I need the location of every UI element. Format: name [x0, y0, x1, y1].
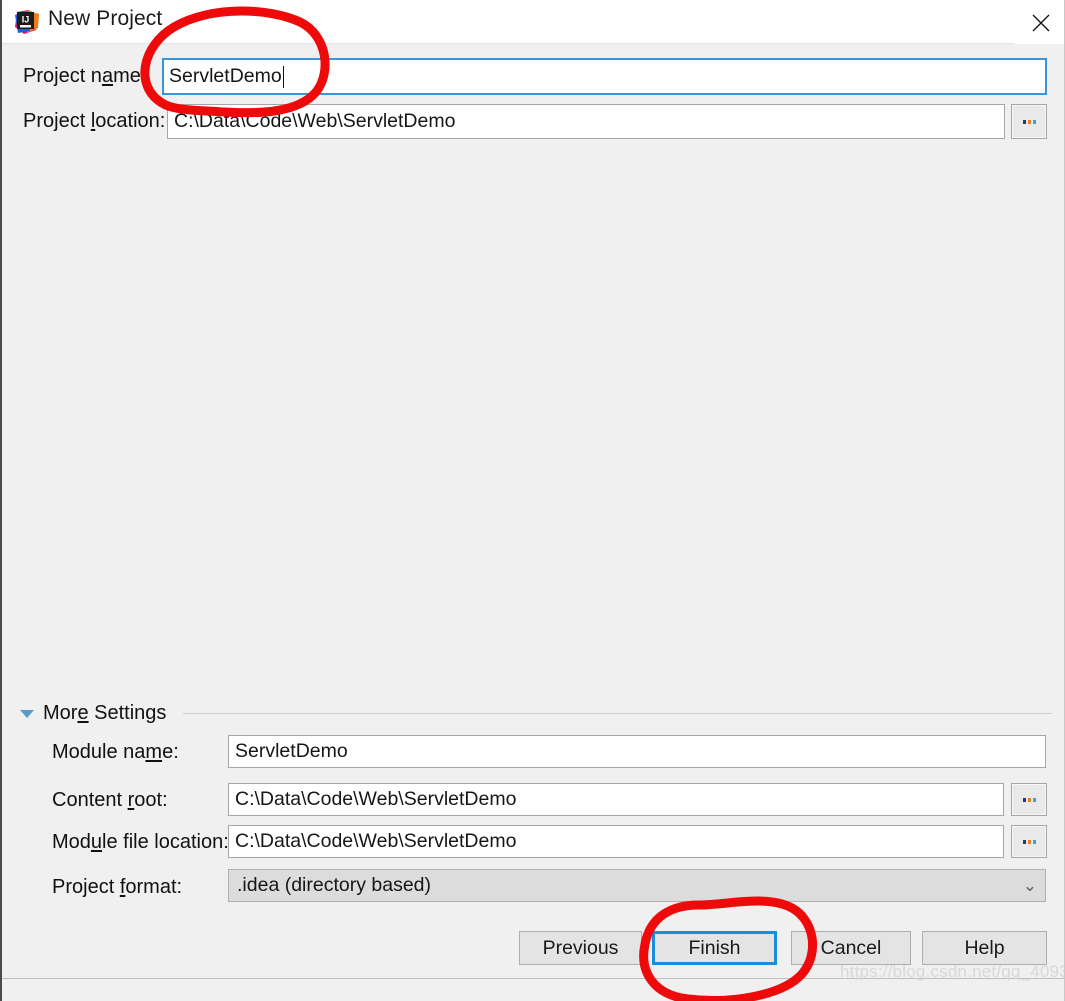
module-name-value: ServletDemo	[235, 740, 348, 762]
project-name-label: Project name:	[23, 65, 147, 87]
content-root-input[interactable]: C:\Data\Code\Web\ServletDemo	[228, 783, 1004, 816]
svg-text:IJ: IJ	[22, 15, 30, 25]
previous-button[interactable]: Previous	[519, 931, 642, 965]
finish-button[interactable]: Finish	[652, 931, 777, 965]
ellipsis-icon	[1022, 797, 1036, 802]
project-location-browse-button[interactable]	[1011, 104, 1047, 139]
module-file-location-browse-button[interactable]	[1011, 825, 1047, 858]
help-button[interactable]: Help	[922, 931, 1047, 965]
project-name-input[interactable]: ServletDemo	[162, 58, 1047, 95]
project-format-select[interactable]: .idea (directory based) ⌄	[228, 869, 1046, 902]
cancel-button-label: Cancel	[820, 936, 882, 959]
more-settings-label: More Settings	[43, 702, 167, 724]
intellij-idea-icon: IJ	[14, 9, 40, 35]
module-name-label: Module name:	[52, 741, 179, 763]
finish-button-label: Finish	[688, 936, 741, 959]
module-file-location-input[interactable]: C:\Data\Code\Web\ServletDemo	[228, 825, 1004, 858]
project-location-value: C:\Data\Code\Web\ServletDemo	[174, 110, 456, 132]
new-project-dialog: IJ New Project Project name: ServletDemo…	[0, 0, 1065, 1001]
module-file-location-value: C:\Data\Code\Web\ServletDemo	[235, 830, 517, 852]
content-root-value: C:\Data\Code\Web\ServletDemo	[235, 788, 517, 810]
cancel-button[interactable]: Cancel	[791, 931, 911, 965]
project-location-label: Project location:	[23, 110, 166, 132]
triangle-down-icon[interactable]	[20, 709, 34, 718]
project-location-input[interactable]: C:\Data\Code\Web\ServletDemo	[167, 104, 1005, 139]
project-name-value: ServletDemo	[169, 65, 282, 87]
more-settings-section-header[interactable]: More Settings	[20, 702, 1052, 725]
ellipsis-icon	[1022, 839, 1036, 844]
content-root-browse-button[interactable]	[1011, 783, 1047, 816]
ellipsis-icon	[1022, 119, 1036, 124]
module-name-input[interactable]: ServletDemo	[228, 735, 1046, 768]
content-root-label: Content root:	[52, 789, 168, 811]
close-icon	[1032, 14, 1050, 32]
project-format-value: .idea (directory based)	[237, 874, 432, 896]
previous-button-label: Previous	[542, 936, 619, 959]
watermark-text: https://blog.csdn.net/qq_40933663	[840, 962, 1064, 981]
title-bar: IJ New Project	[2, 0, 1064, 44]
window-title: New Project	[48, 7, 163, 30]
project-format-label: Project format:	[52, 876, 183, 898]
module-file-location-label: Module file location:	[52, 831, 229, 853]
help-button-label: Help	[964, 936, 1005, 959]
chevron-down-icon: ⌄	[1022, 875, 1037, 895]
text-caret	[282, 65, 284, 88]
close-button[interactable]	[1015, 0, 1064, 44]
section-divider	[183, 713, 1052, 714]
